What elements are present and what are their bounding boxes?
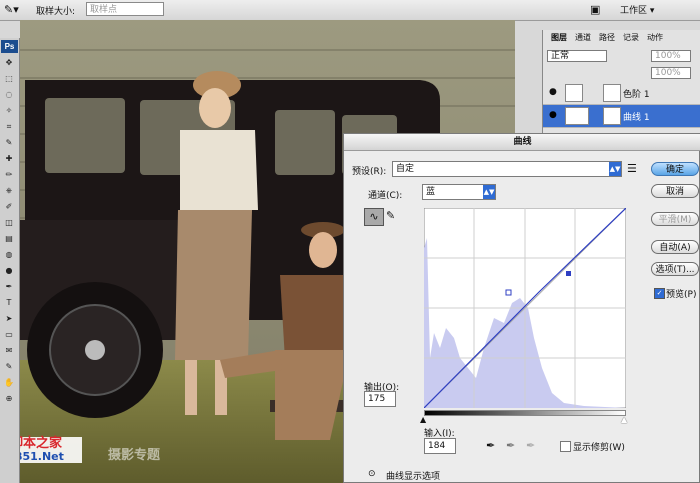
eyedropper-tool-2-icon[interactable]: ✎ — [2, 362, 16, 372]
tab-history[interactable]: 记录 — [623, 33, 639, 43]
move-tool-icon[interactable]: ✥ — [2, 58, 16, 68]
photoshop-logo: Ps — [1, 40, 18, 53]
shape-tool-icon[interactable]: ▭ — [2, 330, 16, 340]
watermark-text: 摄影专题 — [108, 448, 161, 463]
channel-value: 蓝 — [426, 187, 436, 197]
preview-label: 预览(P) — [666, 290, 697, 300]
curves-dialog: 曲线 预设(R): 自定 ▲▼ ☰ 通道(C): 蓝 ▲▼ ∿ ✎ ▲ ▲ 输出… — [343, 133, 700, 483]
dodge-tool-icon[interactable]: ● — [2, 266, 16, 276]
black-eyedropper-icon[interactable]: ✒ — [486, 439, 495, 452]
layer-row-selected[interactable]: ● 曲线 1 — [543, 105, 700, 128]
curve-display-options-label[interactable]: 曲线显示选项 — [386, 469, 440, 482]
stamp-tool-icon[interactable]: ⎈ — [2, 186, 16, 196]
blur-tool-icon[interactable]: ◍ — [2, 250, 16, 260]
dialog-title: 曲线 — [344, 134, 700, 151]
curve-point-selected — [566, 271, 571, 276]
smooth-button[interactable]: 平滑(M) — [651, 212, 699, 226]
layer-thumbnail — [565, 84, 583, 102]
black-point-slider-icon[interactable]: ▲ — [420, 415, 426, 424]
tab-actions[interactable]: 动作 — [647, 33, 663, 43]
layer-name: 色阶 1 — [623, 90, 650, 100]
lasso-tool-icon[interactable]: ◌ — [2, 90, 16, 100]
layer-row[interactable]: ● 色阶 1 — [543, 82, 700, 105]
pen-tool-icon[interactable]: ✒ — [2, 282, 16, 292]
hand-tool-icon[interactable]: ✋ — [2, 378, 16, 388]
brush-tool-icon[interactable]: ✏ — [2, 170, 16, 180]
options-button[interactable]: 选项(T)... — [651, 262, 699, 276]
workspace-button[interactable]: 工作区 ▾ — [620, 3, 654, 16]
white-point-slider-icon[interactable]: ▲ — [621, 415, 627, 424]
gray-eyedropper-icon[interactable]: ✒ — [506, 439, 515, 452]
preview-checkbox[interactable]: ✓ — [654, 288, 665, 299]
channel-label: 通道(C): — [368, 191, 403, 201]
path-select-tool-icon[interactable]: ➤ — [2, 314, 16, 324]
cancel-button[interactable]: 取消 — [651, 184, 699, 198]
tab-paths[interactable]: 路径 — [599, 33, 615, 43]
tab-channels[interactable]: 通道 — [575, 33, 591, 43]
eye-icon[interactable]: ● — [549, 110, 557, 120]
eyedropper-tool-icon[interactable]: ✎ — [2, 138, 16, 148]
input-gradient-bar — [424, 410, 626, 416]
healing-tool-icon[interactable]: ✚ — [2, 154, 16, 164]
marquee-tool-icon[interactable]: ⬚ — [2, 74, 16, 84]
fill-field[interactable]: 100% — [651, 67, 691, 79]
layer-mask-thumbnail — [603, 84, 621, 102]
output-field[interactable]: 175 — [364, 391, 396, 407]
eraser-tool-icon[interactable]: ◫ — [2, 218, 16, 228]
pencil-icon[interactable]: ✎ — [386, 209, 395, 222]
watermark-box: 脚本之家 JB51.Net — [20, 437, 82, 463]
options-bar: ✎▾ 取样大小: 取样点 ▣ 工作区 ▾ — [0, 0, 700, 21]
type-tool-icon[interactable]: T — [2, 298, 16, 308]
preset-label: 预设(R): — [352, 167, 387, 177]
show-clipping-checkbox[interactable] — [560, 441, 571, 452]
magic-wand-tool-icon[interactable]: ✧ — [2, 106, 16, 116]
crop-tool-icon[interactable]: ⌗ — [2, 122, 16, 132]
input-field[interactable]: 184 — [424, 438, 456, 454]
expand-icon[interactable]: ⊙ — [368, 469, 376, 479]
eyedropper-preset-icon[interactable]: ✎▾ — [4, 3, 19, 16]
curves-graph[interactable] — [423, 207, 627, 409]
channel-select[interactable]: 蓝 ▲▼ — [422, 184, 496, 200]
layer-mask-thumbnail — [603, 107, 621, 125]
sample-size-label: 取样大小: — [36, 7, 76, 17]
ok-button[interactable]: 确定 — [651, 162, 699, 176]
white-eyedropper-icon[interactable]: ✒ — [526, 439, 535, 452]
auto-button[interactable]: 自动(A) — [651, 240, 699, 254]
toolbox — [0, 38, 20, 483]
eye-icon[interactable]: ● — [549, 87, 557, 97]
curve-point — [505, 289, 512, 296]
preset-options-icon[interactable]: ☰ — [627, 162, 637, 175]
blend-mode-select[interactable]: 正常 — [547, 50, 607, 62]
preset-select[interactable]: 自定 ▲▼ — [392, 161, 622, 177]
show-clipping-label: 显示修剪(W) — [573, 443, 625, 453]
sample-size-select[interactable]: 取样点 — [86, 2, 164, 16]
zoom-tool-icon[interactable]: ⊕ — [2, 394, 16, 404]
history-brush-tool-icon[interactable]: ✐ — [2, 202, 16, 212]
gradient-tool-icon[interactable]: ▤ — [2, 234, 16, 244]
curves-adjustment-icon — [565, 107, 589, 125]
watermark-site-name: 脚本之家 — [20, 436, 63, 451]
tab-layers[interactable]: 图层 — [551, 33, 567, 43]
dropdown-arrow-icon: ▲▼ — [609, 162, 621, 176]
watermark-site-url: JB51.Net — [20, 450, 64, 463]
opacity-field[interactable]: 100% — [651, 50, 691, 62]
preset-value: 自定 — [396, 164, 415, 174]
layers-panel: 图层 通道 路径 记录 动作 正常 100% 100% ● 色阶 1 ● 曲线 … — [542, 30, 700, 151]
screen-mode-icon[interactable]: ▣ — [590, 3, 600, 16]
dropdown-arrow-icon: ▲▼ — [483, 185, 495, 199]
notes-tool-icon[interactable]: ✉ — [2, 346, 16, 356]
layer-name: 曲线 1 — [623, 113, 650, 123]
curve-edit-icon[interactable]: ∿ — [364, 208, 384, 226]
